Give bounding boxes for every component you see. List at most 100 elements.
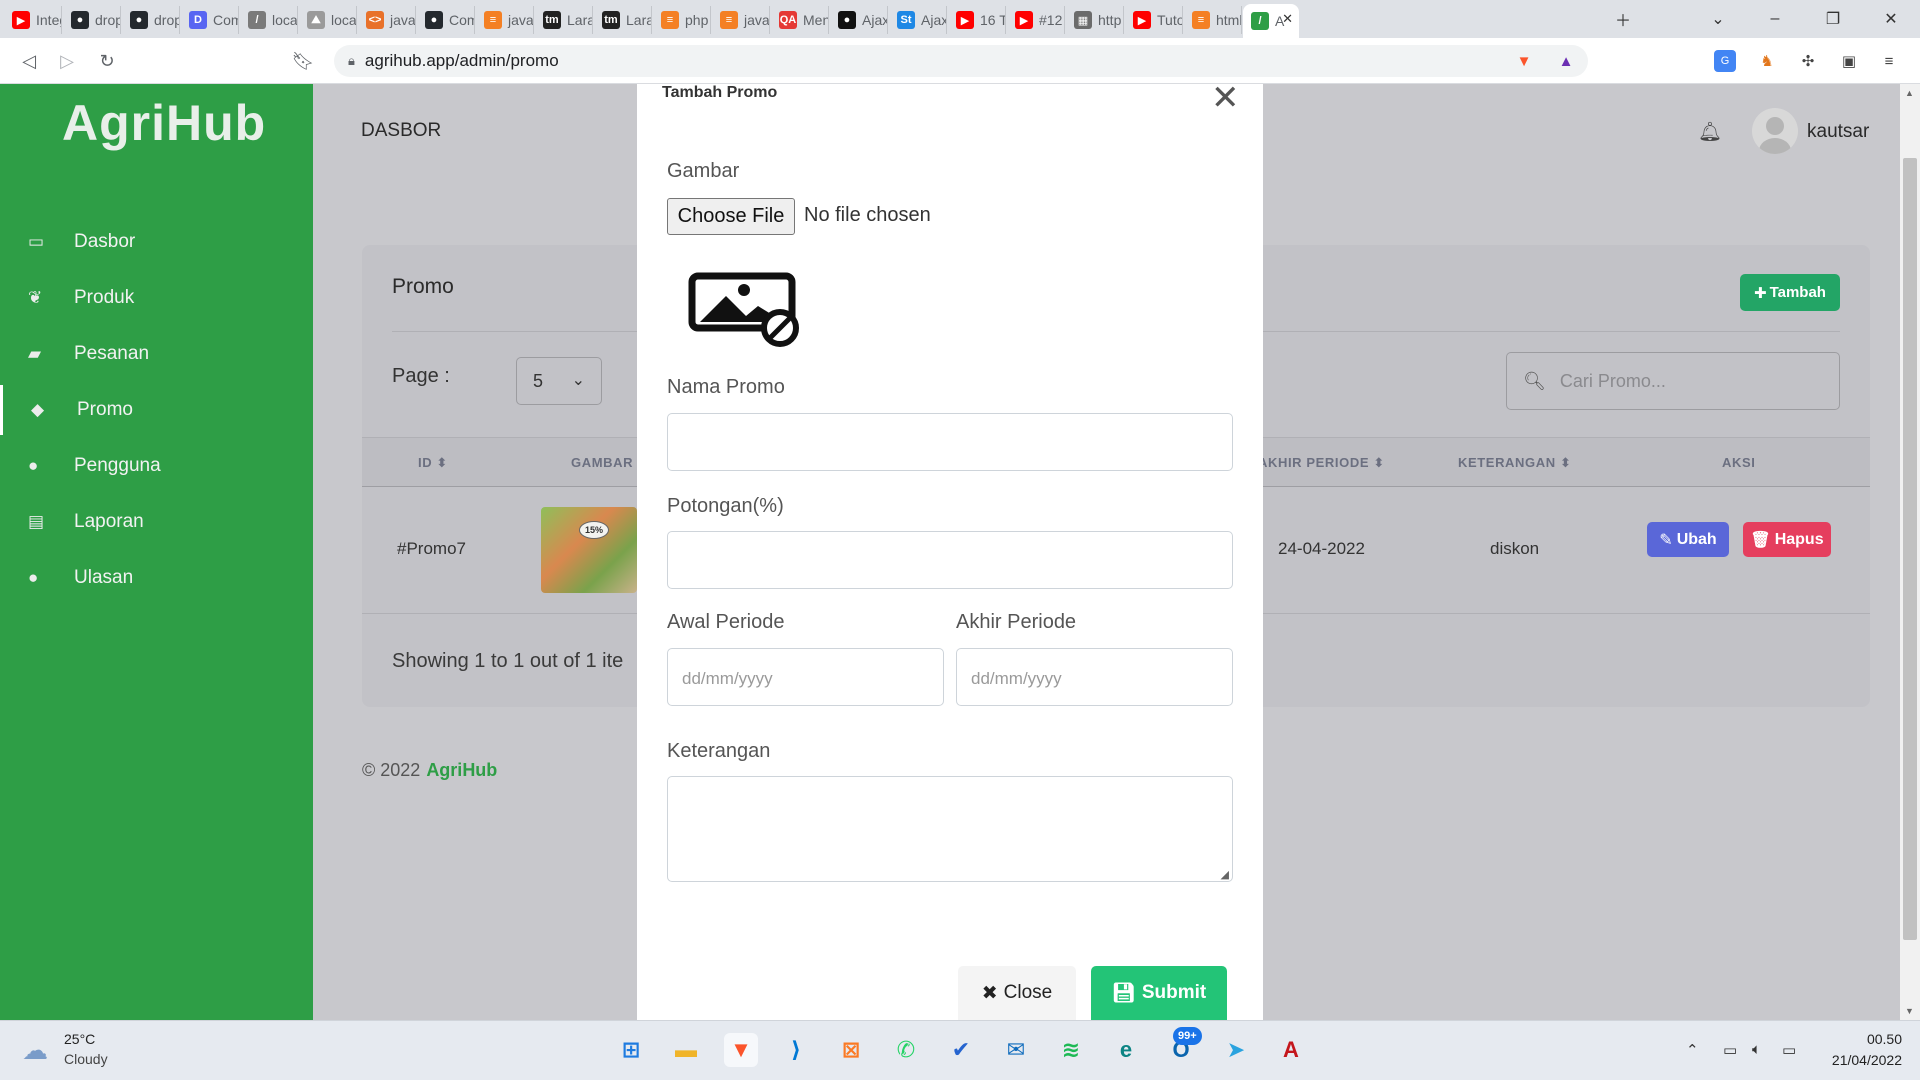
promo-thumbnail[interactable]: 15% xyxy=(541,507,637,593)
awal-periode-date-input[interactable]: dd/mm/yyyy xyxy=(667,648,944,706)
potongan-input[interactable] xyxy=(667,531,1233,589)
bookmark-icon[interactable]: 🔖︎ xyxy=(288,46,318,76)
tab-label: Lara xyxy=(567,12,593,28)
edge-icon[interactable]: e xyxy=(1109,1033,1143,1067)
translate-icon[interactable]: G xyxy=(1714,50,1736,72)
close-button[interactable]: ✖ Close xyxy=(958,966,1076,1020)
edit-button[interactable]: ✎ Ubah xyxy=(1647,522,1729,557)
clock-time[interactable]: 00.50 xyxy=(1856,1031,1902,1047)
username[interactable]: kautsar xyxy=(1807,121,1869,143)
submit-button[interactable]: 💾︎ Submit xyxy=(1091,966,1227,1020)
close-icon[interactable]: ✕ xyxy=(1211,84,1240,118)
column-header-id[interactable]: ID ⬍ xyxy=(418,455,448,471)
clock-date[interactable]: 21/04/2022 xyxy=(1820,1052,1902,1068)
keterangan-textarea[interactable]: ◢ xyxy=(667,776,1233,882)
browser-tab[interactable]: / A ✕ xyxy=(1243,4,1299,38)
browser-tab[interactable]: tm Lara xyxy=(535,6,593,34)
windows-start-icon[interactable]: ⊞ xyxy=(614,1033,648,1067)
xampp-icon[interactable]: ⊠ xyxy=(834,1033,868,1067)
sidebar-item-pesanan[interactable]: ▰ Pesanan xyxy=(0,329,313,379)
logo[interactable]: AgriHub xyxy=(62,94,266,152)
browser-tab[interactable]: D Com xyxy=(181,6,239,34)
browser-tab[interactable]: ⛰ local xyxy=(299,6,357,34)
wallet-icon[interactable]: ▣ xyxy=(1838,50,1860,72)
browser-tab[interactable]: <> javas xyxy=(358,6,416,34)
bell-icon[interactable]: 🔔︎ xyxy=(1698,120,1722,144)
forward-icon[interactable]: ▷ xyxy=(52,46,82,76)
metamask-icon[interactable]: ♞ xyxy=(1756,50,1778,72)
browser-tab[interactable]: ● drop xyxy=(122,6,180,34)
delete-button[interactable]: 🗑︎ Hapus xyxy=(1743,522,1831,557)
scrollbar-thumb[interactable] xyxy=(1903,158,1917,940)
column-header-akhir-periode[interactable]: AKHIR PERIODE ⬍ xyxy=(1258,455,1385,471)
brave-rewards-icon[interactable]: ▲ xyxy=(1555,50,1577,72)
browser-tab[interactable]: ▶ Tuto xyxy=(1125,6,1183,34)
sidebar-item-laporan[interactable]: ▤ Laporan xyxy=(0,497,313,547)
battery-icon[interactable]: ▭ xyxy=(1782,1041,1796,1059)
scroll-up-icon[interactable]: ▲ xyxy=(1905,88,1914,98)
chevron-up-icon[interactable]: ⌃ xyxy=(1686,1041,1699,1059)
column-label: GAMBAR xyxy=(571,455,634,470)
minimize-button[interactable]: – xyxy=(1752,4,1798,34)
search-input[interactable]: 🔍︎ Cari Promo... xyxy=(1506,352,1840,410)
new-tab-button[interactable]: ＋ xyxy=(1600,4,1646,34)
avatar[interactable] xyxy=(1752,108,1798,154)
browser-tab[interactable]: ▶ Integ xyxy=(4,6,62,34)
todo-icon[interactable]: ✔ xyxy=(944,1033,978,1067)
sidebar-item-ulasan[interactable]: ● Ulasan xyxy=(0,553,313,603)
add-promo-button[interactable]: ✚ Tambah xyxy=(1740,274,1840,311)
volume-icon[interactable]: 🔈︎ xyxy=(1752,1041,1761,1058)
address-bar[interactable]: 🔒︎ agrihub.app/admin/promo xyxy=(334,45,1588,77)
cloud-icon[interactable]: ☁ xyxy=(22,1035,48,1066)
akhir-periode-date-input[interactable]: dd/mm/yyyy xyxy=(956,648,1233,706)
whatsapp-icon[interactable]: ✆ xyxy=(889,1033,923,1067)
weather-temperature[interactable]: 25°C xyxy=(64,1031,95,1047)
window-close-button[interactable]: ✕ xyxy=(1868,4,1914,34)
trash-icon: 🗑︎ xyxy=(1750,531,1771,549)
reload-icon[interactable]: ↻ xyxy=(92,46,122,76)
browser-tab[interactable]: ≡ javas xyxy=(476,6,534,34)
close-tab-icon[interactable]: ✕ xyxy=(1282,11,1293,27)
vscode-icon[interactable]: ⟩ xyxy=(779,1033,813,1067)
sidebar-item-pengguna[interactable]: ● Pengguna xyxy=(0,441,313,491)
nama-promo-input[interactable] xyxy=(667,413,1233,471)
telegram-icon[interactable]: ➤ xyxy=(1219,1033,1253,1067)
browser-tab[interactable]: ▦ http xyxy=(1066,6,1124,34)
spotify-icon[interactable]: ≋ xyxy=(1054,1033,1088,1067)
browser-tab[interactable]: ≡ php xyxy=(653,6,711,34)
browser-tab[interactable]: ● drop xyxy=(63,6,121,34)
weather-description[interactable]: Cloudy xyxy=(64,1051,108,1067)
extensions-puzzle-icon[interactable]: ✣ xyxy=(1797,50,1819,72)
browser-tab[interactable]: ● Ajax xyxy=(830,6,888,34)
menu-icon[interactable]: ≡ xyxy=(1878,50,1900,72)
tab-search-chevron-icon[interactable]: ⌄ xyxy=(1695,4,1741,34)
maximize-button[interactable]: ❐ xyxy=(1810,4,1856,34)
mail-icon[interactable]: ✉ xyxy=(999,1033,1033,1067)
back-icon[interactable]: ◁ xyxy=(14,46,44,76)
browser-tab[interactable]: ≡ javas xyxy=(712,6,770,34)
browser-tab[interactable]: ≡ html xyxy=(1184,6,1242,34)
sidebar-item-promo[interactable]: ◆ Promo xyxy=(0,385,313,435)
scroll-down-icon[interactable]: ▼ xyxy=(1905,1006,1914,1016)
browser-tab[interactable]: QA Men xyxy=(771,6,829,34)
brave-shield-icon[interactable]: ▼ xyxy=(1513,50,1535,72)
brave-browser-icon[interactable]: ▼ xyxy=(724,1033,758,1067)
page-size-select[interactable]: 5 ⌄ xyxy=(516,357,602,405)
browser-tab[interactable]: ▶ #12 xyxy=(1007,6,1065,34)
network-icon[interactable]: ▭ xyxy=(1723,1041,1737,1059)
footer-brand-link[interactable]: AgriHub xyxy=(426,760,497,780)
acrobat-icon[interactable]: A xyxy=(1274,1033,1308,1067)
file-explorer-icon[interactable]: ▬ xyxy=(669,1033,703,1067)
sidebar-item-dasbor[interactable]: ▭ Dasbor xyxy=(0,217,313,267)
browser-tab[interactable]: / local xyxy=(240,6,298,34)
choose-file-button[interactable]: Choose File xyxy=(667,198,795,235)
browser-tab[interactable]: ▶ 16 T xyxy=(948,6,1006,34)
browser-tab[interactable]: St Ajax xyxy=(889,6,947,34)
sidebar-item-produk[interactable]: ❦ Produk xyxy=(0,273,313,323)
tab-label: Lara xyxy=(626,12,652,28)
resize-handle-icon[interactable]: ◢ xyxy=(1221,868,1229,881)
browser-tab[interactable]: tm Lara xyxy=(594,6,652,34)
browser-tab[interactable]: ● Com xyxy=(417,6,475,34)
tm-icon: tm xyxy=(602,11,620,29)
column-header-keterangan[interactable]: KETERANGAN ⬍ xyxy=(1458,455,1571,471)
